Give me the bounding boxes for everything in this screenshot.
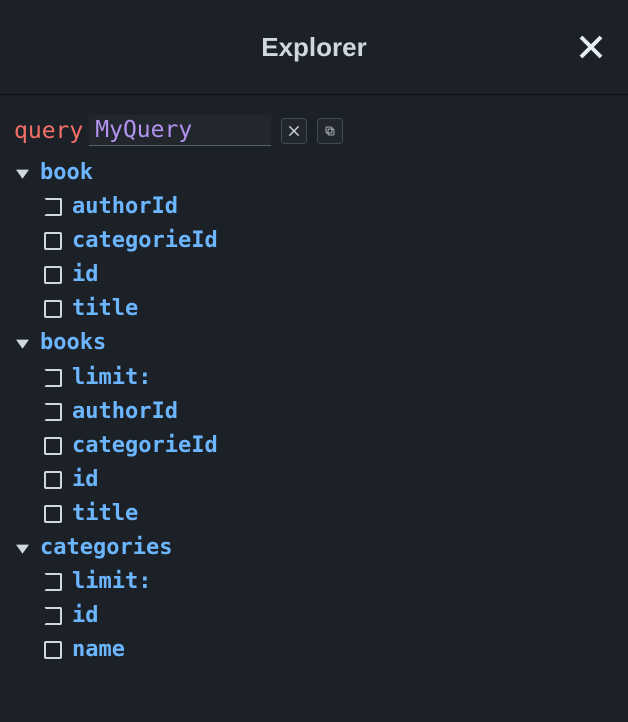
checkbox-icon[interactable] — [44, 198, 62, 216]
checkbox-icon[interactable] — [44, 437, 62, 455]
tree-field-authorId[interactable]: authorId — [14, 395, 614, 429]
tree-field-label: authorId — [72, 395, 178, 429]
tree-node-books[interactable]: books — [14, 326, 614, 360]
tree-field-limit[interactable]: limit: — [14, 565, 614, 599]
checkbox-icon[interactable] — [44, 369, 62, 387]
caret-down-icon — [14, 337, 30, 350]
explorer-tree: bookauthorIdcategorieIdidtitlebookslimit… — [14, 156, 614, 667]
checkbox-icon[interactable] — [44, 641, 62, 659]
tree-field-categorieId[interactable]: categorieId — [14, 224, 614, 258]
caret-down-icon — [14, 167, 30, 180]
tree-field-label: title — [72, 497, 138, 531]
tree-node-categories[interactable]: categories — [14, 531, 614, 565]
tree-field-label: name — [72, 633, 125, 667]
tree-node-book[interactable]: book — [14, 156, 614, 190]
tree-node-label: categories — [40, 531, 172, 565]
copy-icon — [324, 125, 336, 137]
clear-query-button[interactable] — [281, 118, 307, 144]
tree-field-label: id — [72, 258, 99, 292]
checkbox-icon[interactable] — [44, 573, 62, 591]
close-icon — [576, 32, 606, 62]
checkbox-icon[interactable] — [44, 403, 62, 421]
page-title: Explorer — [261, 32, 367, 63]
explorer-content: query bookauthorIdcategorieIdidtitlebook… — [0, 95, 628, 687]
tree-field-label: id — [72, 463, 99, 497]
explorer-header: Explorer — [0, 0, 628, 95]
checkbox-icon[interactable] — [44, 505, 62, 523]
tree-field-authorId[interactable]: authorId — [14, 190, 614, 224]
tree-field-title[interactable]: title — [14, 292, 614, 326]
tree-field-label: id — [72, 599, 99, 633]
caret-down-icon — [14, 542, 30, 555]
tree-field-title[interactable]: title — [14, 497, 614, 531]
checkbox-icon[interactable] — [44, 471, 62, 489]
tree-node-label: book — [40, 156, 93, 190]
copy-query-button[interactable] — [317, 118, 343, 144]
checkbox-icon[interactable] — [44, 232, 62, 250]
tree-field-label: categorieId — [72, 224, 218, 258]
tree-field-id[interactable]: id — [14, 463, 614, 497]
tree-field-label: limit: — [72, 361, 151, 395]
checkbox-icon[interactable] — [44, 607, 62, 625]
tree-field-label: categorieId — [72, 429, 218, 463]
tree-field-id[interactable]: id — [14, 258, 614, 292]
tree-field-label: limit: — [72, 565, 151, 599]
tree-field-id[interactable]: id — [14, 599, 614, 633]
close-button[interactable] — [574, 30, 608, 64]
tree-field-name[interactable]: name — [14, 633, 614, 667]
tree-field-label: title — [72, 292, 138, 326]
checkbox-icon[interactable] — [44, 300, 62, 318]
tree-field-limit[interactable]: limit: — [14, 361, 614, 395]
tree-field-categorieId[interactable]: categorieId — [14, 429, 614, 463]
query-name-input[interactable] — [89, 115, 271, 146]
x-icon — [287, 124, 301, 138]
tree-field-label: authorId — [72, 190, 178, 224]
query-keyword: query — [14, 118, 83, 144]
query-row: query — [14, 115, 614, 146]
checkbox-icon[interactable] — [44, 266, 62, 284]
tree-node-label: books — [40, 326, 106, 360]
